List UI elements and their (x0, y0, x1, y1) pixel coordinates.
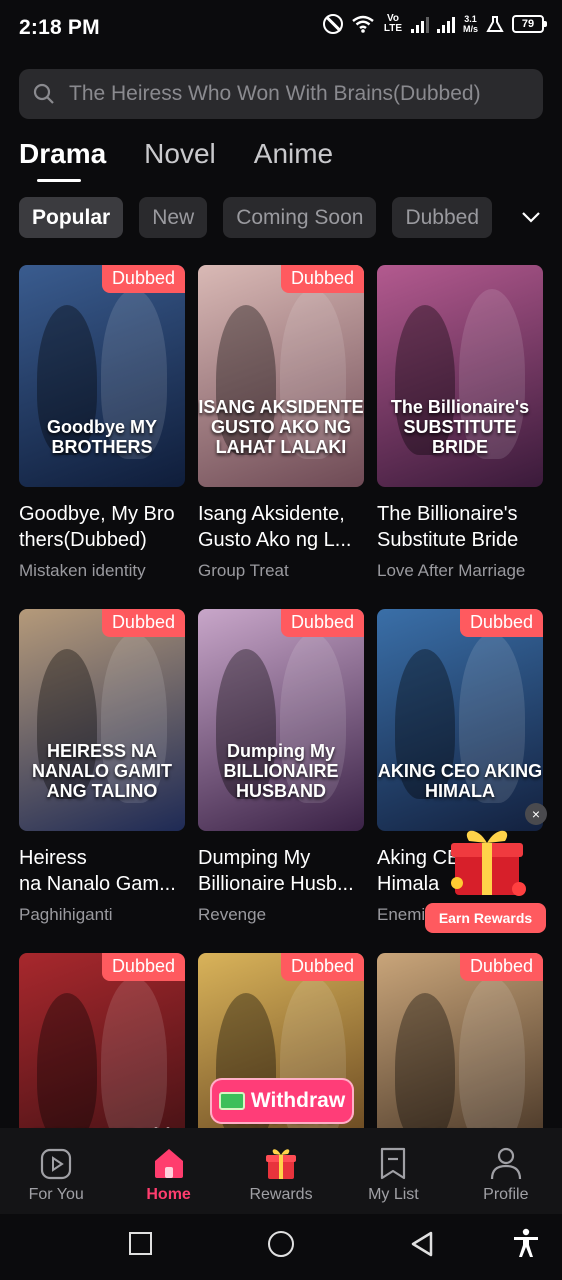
drama-title[interactable]: Isang Aksidente, Gusto Ako ng L... (198, 501, 364, 553)
tab-anime[interactable]: Anime (254, 138, 333, 170)
wifi-icon (352, 15, 374, 33)
chip-new[interactable]: New (139, 197, 208, 238)
earn-rewards-button[interactable]: Earn Rewards (425, 903, 546, 933)
drama-card[interactable]: Goodbye MY BROTHERS Dubbed Goodbye, My B… (19, 265, 185, 609)
drama-card[interactable]: Dumping My BILLIONAIRE HUSBAND Dubbed Du… (198, 609, 364, 953)
nav-my-list[interactable]: My List (337, 1128, 449, 1214)
bookmark-icon (381, 1147, 406, 1180)
dubbed-badge: Dubbed (101, 609, 185, 637)
dubbed-badge: Dubbed (280, 265, 364, 293)
person-icon (490, 1147, 521, 1180)
chip-popular[interactable]: Popular (19, 197, 124, 238)
poster-image[interactable]: The Billionaire's SUBSTITUTE BRIDE (377, 265, 543, 487)
poster-title: HEIRESS NA NANALO GAMIT ANG TALINO (32, 741, 172, 801)
drama-card[interactable]: HEIRESS NA NANALO GAMIT ANG TALINO Dubbe… (19, 609, 185, 953)
drama-tag: Paghihiganti (19, 905, 113, 924)
poster-image[interactable]: Goodbye MY BROTHERS Dubbed (19, 265, 185, 487)
poster-image[interactable]: ISANG AKSIDENTE GUSTO AKO NG LAHAT LALAK… (198, 265, 364, 487)
signal-2-icon (436, 15, 455, 33)
drama-tag: Mistaken identity (19, 561, 146, 580)
poster-image[interactable]: HEIRESS NA NANALO GAMIT ANG TALINO Dubbe… (19, 609, 185, 831)
nav-label: My List (368, 1186, 419, 1203)
back-icon[interactable] (410, 1231, 434, 1257)
recents-icon[interactable] (129, 1232, 152, 1255)
poster-title: ISANG AKSIDENTE GUSTO AKO NG LAHAT LALAK… (198, 397, 364, 457)
search-input[interactable] (69, 82, 529, 106)
chip-coming-soon[interactable]: Coming Soon (223, 197, 377, 238)
dubbed-badge: Dubbed (280, 609, 364, 637)
play-card-icon (41, 1148, 72, 1180)
poster-title: Dumping My BILLIONAIRE HUSBAND (223, 741, 339, 801)
cash-icon (218, 1092, 245, 1110)
poster-title: Goodbye MY BROTHERS (46, 417, 157, 457)
nav-home[interactable]: Home (112, 1128, 224, 1214)
dubbed-badge: Dubbed (101, 265, 185, 293)
do-not-disturb-icon (322, 14, 343, 34)
battery-indicator: 79 (512, 15, 547, 33)
gift-box-icon (451, 830, 526, 896)
filter-chips: Popular New Coming Soon Dubbed (19, 197, 493, 238)
dubbed-badge: Dubbed (101, 953, 185, 981)
nav-for-you[interactable]: For You (0, 1128, 112, 1214)
status-icons: Vo LTE 3.1 M/s 79 (322, 13, 547, 34)
system-nav-bar (0, 1214, 562, 1280)
drama-card[interactable]: The Billionaire's SUBSTITUTE BRIDE The B… (377, 265, 543, 609)
poster-image[interactable]: AKING CEO AKING HIMALA Dubbed (377, 609, 543, 831)
dubbed-badge: Dubbed (280, 953, 364, 981)
drama-card[interactable]: ISANG AKSIDENTE GUSTO AKO NG LAHAT LALAK… (198, 265, 364, 609)
category-tabs: Drama Novel Anime (19, 138, 333, 182)
gift-icon (266, 1149, 297, 1179)
nav-label: Home (146, 1186, 191, 1203)
drama-tag: Revenge (198, 905, 267, 924)
poster-title: The Billionaire's SUBSTITUTE BRIDE (390, 397, 530, 457)
drama-tag: Love After Marriage (377, 561, 526, 580)
nav-label: Profile (483, 1186, 529, 1203)
network-speed: 3.1 M/s (462, 14, 478, 34)
dubbed-badge: Dubbed (459, 609, 543, 637)
chevron-down-icon[interactable] (520, 206, 542, 228)
withdraw-label: Withdraw (250, 1089, 346, 1112)
nav-label: For You (28, 1186, 84, 1203)
drama-title[interactable]: The Billionaire's Substitute Bride (377, 501, 543, 553)
nav-label: Rewards (249, 1186, 313, 1203)
search-icon (33, 83, 54, 104)
bottom-nav: For You Home Rewards My List Profile (0, 1128, 562, 1214)
poster-image[interactable]: Dumping My BILLIONAIRE HUSBAND Dubbed (198, 609, 364, 831)
flask-icon (486, 16, 504, 32)
tab-drama[interactable]: Drama (19, 138, 106, 182)
poster-title: AKING CEO AKING HIMALA (377, 761, 543, 801)
drama-title[interactable]: Goodbye, My Bro thers(Dubbed) (19, 501, 185, 553)
status-bar: 2:18 PM Vo LTE 3.1 M/s 79 (0, 0, 562, 58)
floating-rewards[interactable]: × Earn Rewards (425, 803, 549, 933)
drama-title[interactable]: Heiress na Nanalo Gam... (19, 845, 185, 897)
search-bar[interactable] (19, 69, 543, 119)
tab-novel[interactable]: Novel (144, 138, 216, 170)
volte-label: Vo LTE (383, 13, 403, 34)
withdraw-button[interactable]: Withdraw (210, 1078, 354, 1124)
home-icon (154, 1149, 183, 1178)
dubbed-badge: Dubbed (459, 953, 543, 981)
home-circle-icon[interactable] (268, 1231, 294, 1257)
nav-rewards[interactable]: Rewards (225, 1128, 337, 1214)
drama-tag: Group Treat (198, 561, 289, 580)
accessibility-icon[interactable] (512, 1228, 540, 1258)
nav-profile[interactable]: Profile (450, 1128, 562, 1214)
status-time: 2:18 PM (19, 16, 100, 39)
close-icon[interactable]: × (525, 803, 547, 825)
signal-1-icon (410, 15, 429, 33)
chip-dubbed[interactable]: Dubbed (392, 197, 493, 238)
drama-title[interactable]: Dumping My Billionaire Husb... (198, 845, 364, 897)
